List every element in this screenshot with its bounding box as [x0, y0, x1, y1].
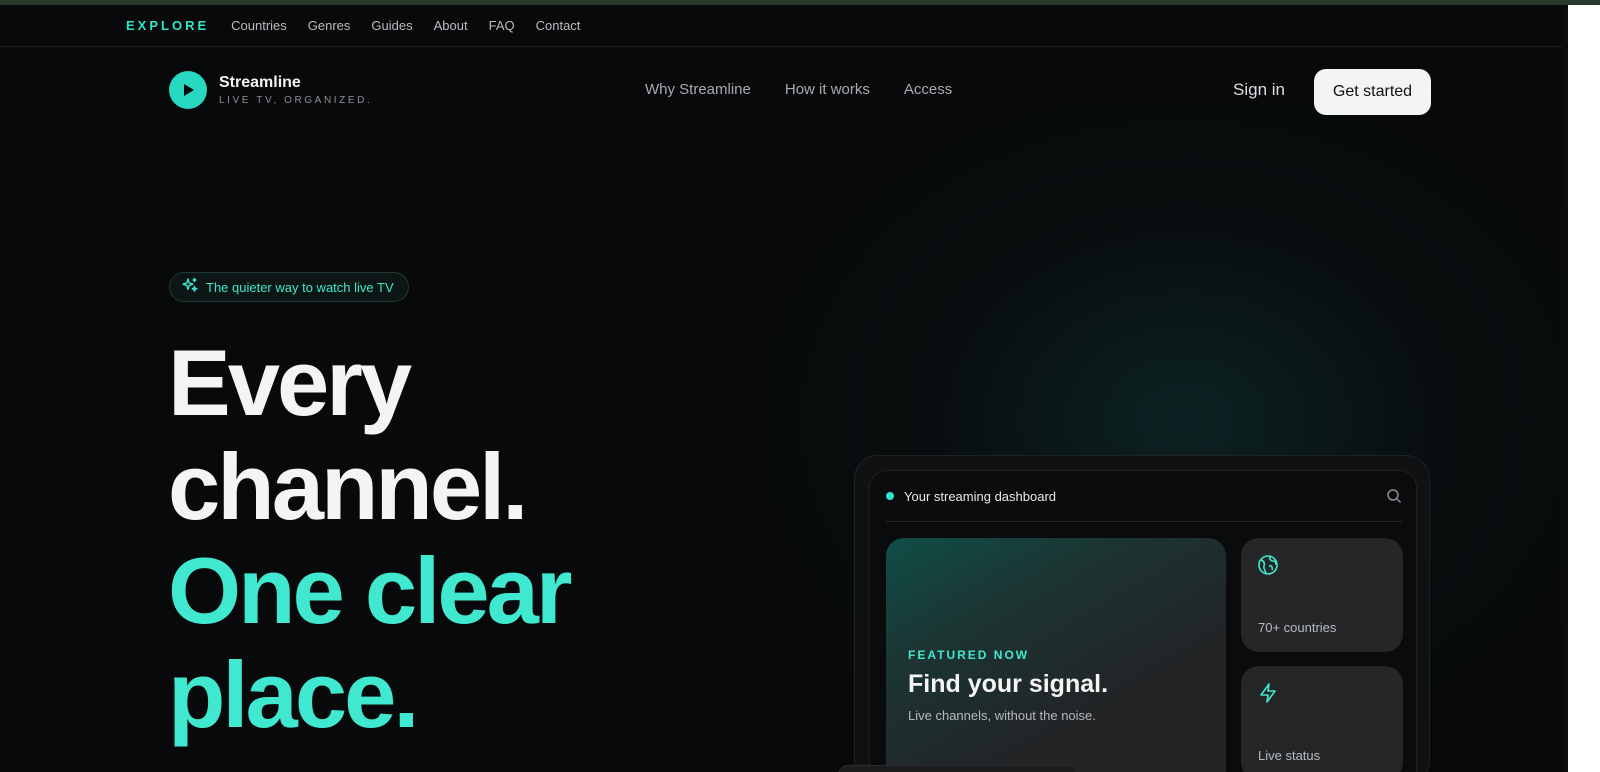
dashboard-panel: Your streaming dashboard FEATURED NOW Fi…	[869, 470, 1417, 772]
dashboard-preview: Your streaming dashboard FEATURED NOW Fi…	[854, 455, 1430, 772]
live-dot-icon	[886, 492, 894, 500]
hero-badge: The quieter way to watch live TV	[169, 272, 409, 302]
explore-link-about[interactable]: About	[434, 18, 468, 33]
explore-link-genres[interactable]: Genres	[308, 18, 351, 33]
featured-kicker: FEATURED NOW	[908, 648, 1030, 662]
headline-line-2: channel.	[168, 434, 528, 539]
get-started-button[interactable]: Get started	[1314, 69, 1431, 115]
explore-bar: EXPLORE Countries Genres Guides About FA…	[0, 5, 1562, 47]
page-viewport: EXPLORE Countries Genres Guides About FA…	[0, 5, 1562, 772]
lightning-icon	[1257, 682, 1279, 709]
stat-countries-label: 70+ countries	[1258, 620, 1337, 635]
dashboard-title: Your streaming dashboard	[904, 488, 1057, 504]
featured-title: Find your signal.	[908, 670, 1109, 698]
stat-card-live: Live status	[1241, 666, 1403, 772]
explore-link-contact[interactable]: Contact	[536, 18, 581, 33]
dashboard-header: Your streaming dashboard	[886, 471, 1402, 522]
nav-link-why[interactable]: Why Streamline	[645, 81, 751, 98]
explore-link-faq[interactable]: FAQ	[489, 18, 515, 33]
sign-in-link[interactable]: Sign in	[1233, 80, 1285, 100]
nav-link-access[interactable]: Access	[904, 81, 952, 98]
hero-headline: Every channel. One clear place.	[168, 330, 572, 747]
play-icon	[169, 71, 207, 109]
hero-badge-text: The quieter way to watch live TV	[206, 279, 394, 295]
floating-card-peek	[838, 765, 1078, 772]
headline-line-1: Every	[168, 330, 412, 435]
brand-home-link[interactable]: Streamline LIVE TV, ORGANIZED.	[169, 71, 372, 109]
scrollbar-gutter[interactable]	[1562, 5, 1568, 772]
explore-label: EXPLORE	[126, 18, 210, 33]
nav-link-how[interactable]: How it works	[785, 81, 870, 98]
stat-card-countries: 70+ countries	[1241, 538, 1403, 652]
globe-icon	[1257, 554, 1279, 581]
brand-name: Streamline	[219, 74, 301, 91]
headline-line-4: place.	[168, 642, 420, 747]
featured-subtitle: Live channels, without the noise.	[908, 708, 1096, 723]
stat-live-label: Live status	[1258, 748, 1321, 763]
search-icon[interactable]	[1386, 488, 1402, 509]
explore-link-guides[interactable]: Guides	[371, 18, 412, 33]
explore-link-countries[interactable]: Countries	[231, 18, 287, 33]
main-nav: Streamline LIVE TV, ORGANIZED. Why Strea…	[0, 47, 1562, 137]
brand-tagline: LIVE TV, ORGANIZED.	[219, 95, 373, 106]
nav-links: Why Streamline How it works Access	[645, 81, 986, 98]
featured-card[interactable]: FEATURED NOW Find your signal. Live chan…	[886, 538, 1226, 772]
sparkles-icon	[182, 277, 198, 298]
headline-line-3: One clear	[168, 538, 572, 643]
